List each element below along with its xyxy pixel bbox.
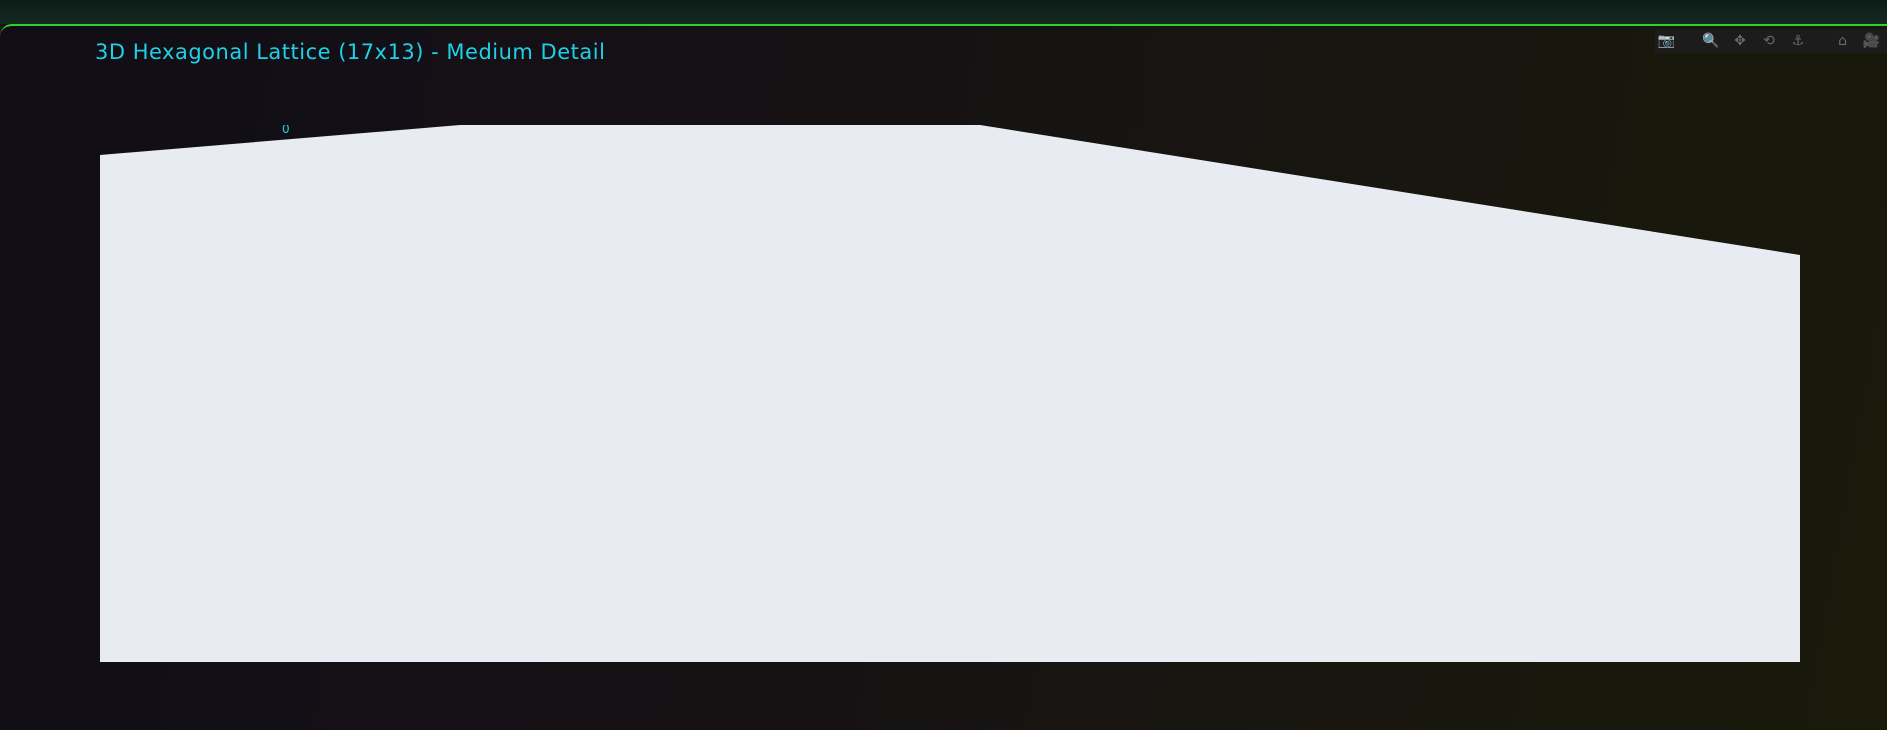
floor-plane [100, 125, 1800, 662]
pan-icon[interactable]: ✥ [1729, 30, 1752, 52]
3d-scene[interactable]: 0 [100, 125, 1800, 662]
modebar: 📷 🔍 ✥ ⟲ ⚓ ⌂ 🎥 [1655, 29, 1887, 53]
reset-camera-home-icon[interactable]: ⌂ [1831, 30, 1854, 52]
orbit-rotation-icon[interactable]: ⟲ [1757, 30, 1780, 52]
turntable-rotation-icon[interactable]: ⚓ [1786, 30, 1809, 52]
zoom-icon[interactable]: 🔍 [1700, 30, 1723, 52]
camera-icon[interactable]: 📷 [1655, 30, 1678, 52]
axis-tick-label: 0 [282, 125, 290, 136]
chart-title: 3D Hexagonal Lattice (17x13) - Medium De… [95, 40, 606, 64]
scene-canvas[interactable]: 0 [100, 125, 1800, 662]
top-bar [0, 0, 1887, 24]
reset-camera-last-save-icon[interactable]: 🎥 [1860, 30, 1883, 52]
